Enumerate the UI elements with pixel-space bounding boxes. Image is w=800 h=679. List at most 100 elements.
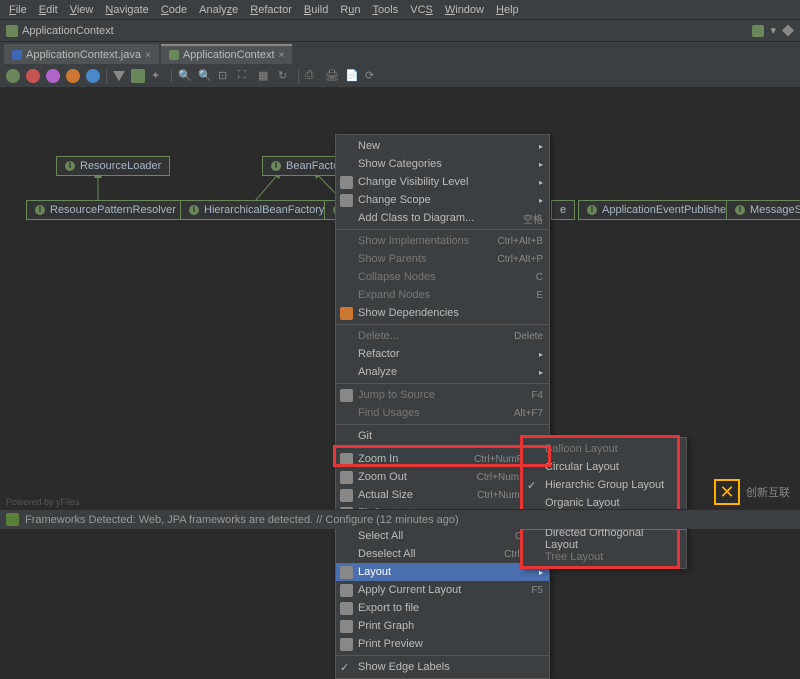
menu-view[interactable]: View [65, 2, 99, 18]
zout-icon [340, 471, 353, 484]
apply-icon [340, 584, 353, 597]
menu-item-delete-: Delete...Delete [336, 327, 549, 345]
menu-refactor[interactable]: Refactor [245, 2, 297, 18]
diagram-canvas[interactable]: IResourceLoader IBeanFactory IResourcePa… [0, 88, 800, 509]
check-icon: ✓ [527, 479, 540, 492]
tb-sep [106, 69, 107, 83]
menu-item-actual-size[interactable]: Actual SizeCtrl+NumPad / [336, 486, 549, 504]
menu-item-expand-nodes: Expand NodesE [336, 286, 549, 304]
apply-layout-icon[interactable]: ↻ [278, 69, 292, 83]
menu-item-zoom-out[interactable]: Zoom OutCtrl+NumPad - [336, 468, 549, 486]
node-messagesource[interactable]: IMessageSource [726, 200, 800, 220]
node-resourcepatternresolver[interactable]: IResourcePatternResolver [26, 200, 185, 220]
menu-item-show-dependencies[interactable]: Show Dependencies [336, 304, 549, 322]
node-hierarchicalbeanfactory[interactable]: IHierarchicalBeanFactory [180, 200, 333, 220]
menu-item-export-to-file[interactable]: Export to file [336, 599, 549, 617]
status-text[interactable]: Frameworks Detected: Web, JPA frameworks… [25, 514, 459, 526]
menu-item-print-graph[interactable]: Print Graph [336, 617, 549, 635]
export-icon[interactable]: ⎙ [305, 69, 319, 83]
actual-size-icon[interactable]: ⊡ [218, 69, 232, 83]
menu-item-change-scope[interactable]: Change Scope▸ [336, 191, 549, 209]
main-menubar[interactable]: File Edit View Navigate Code Analyze Ref… [0, 0, 800, 20]
tb-icon-5[interactable] [86, 69, 100, 83]
scope-icon[interactable] [752, 25, 764, 37]
gear-icon[interactable] [782, 25, 794, 37]
layout-submenu[interactable]: Balloon LayoutCircular Layout✓Hierarchic… [522, 437, 687, 569]
menu-item-change-visibility-level[interactable]: Change Visibility Level▸ [336, 173, 549, 191]
menu-tools[interactable]: Tools [368, 2, 404, 18]
asize-icon [340, 489, 353, 502]
node-e[interactable]: e [551, 200, 575, 220]
export-icon [340, 602, 353, 615]
submenu-item-directed-orthogonal-layout[interactable]: Directed Orthogonal Layout [523, 530, 686, 548]
fit-icon[interactable]: ⛶ [238, 69, 252, 83]
print-icon [340, 620, 353, 633]
java-icon [12, 50, 22, 60]
close-icon[interactable]: × [279, 50, 285, 61]
menu-item-find-usages: Find UsagesAlt+F7 [336, 404, 549, 422]
dropdown-arrow[interactable]: ▾ [770, 24, 776, 37]
menu-item-refactor[interactable]: Refactor▸ [336, 345, 549, 363]
zoom-out-icon[interactable]: 🔍 [198, 69, 212, 83]
editor-tabs: ApplicationContext.java × ApplicationCon… [0, 42, 800, 64]
menu-item-analyze[interactable]: Analyze▸ [336, 363, 549, 381]
menu-analyze[interactable]: Analyze [194, 2, 243, 18]
filter-icon[interactable] [113, 71, 125, 81]
tb-icon-3[interactable] [46, 69, 60, 83]
print-icon[interactable]: 🖨 [325, 69, 339, 83]
refresh-icon[interactable]: ⟳ [365, 69, 379, 83]
menu-item-zoom-in[interactable]: Zoom InCtrl+NumPad + [336, 450, 549, 468]
zoom-in-icon[interactable]: 🔍 [178, 69, 192, 83]
tb-icon-2[interactable] [26, 69, 40, 83]
menu-navigate[interactable]: Navigate [100, 2, 153, 18]
context-menu[interactable]: New▸Show Categories▸Change Visibility Le… [335, 134, 550, 679]
layout-icon[interactable]: ▦ [258, 69, 272, 83]
menu-build[interactable]: Build [299, 2, 333, 18]
tab-diagram[interactable]: ApplicationContext × [161, 44, 293, 64]
menu-item-apply-current-layout[interactable]: Apply Current LayoutF5 [336, 581, 549, 599]
menu-run[interactable]: Run [335, 2, 365, 18]
submenu-item-circular-layout[interactable]: Circular Layout [523, 458, 686, 476]
framework-icon [6, 513, 19, 526]
menu-item-git[interactable]: Git▸ [336, 427, 549, 445]
tb-icon-4[interactable] [66, 69, 80, 83]
submenu-item-hierarchic-group-layout[interactable]: ✓Hierarchic Group Layout [523, 476, 686, 494]
menu-item-print-preview[interactable]: Print Preview [336, 635, 549, 653]
diagram-icon [6, 25, 18, 37]
menu-code[interactable]: Code [156, 2, 192, 18]
tab-label: ApplicationContext [183, 49, 275, 61]
submenu-item-tree-layout: Tree Layout [523, 548, 686, 566]
menu-file[interactable]: File [4, 2, 32, 18]
watermark-text: 创新互联 [746, 484, 790, 500]
menu-item-deselect-all[interactable]: Deselect AllCtrl+Alt+ [336, 545, 549, 563]
menu-item-select-all[interactable]: Select AllCtrl+A [336, 527, 549, 545]
submenu-item-balloon-layout: Balloon Layout [523, 440, 686, 458]
menu-window[interactable]: Window [440, 2, 489, 18]
menu-edit[interactable]: Edit [34, 2, 63, 18]
breadcrumb-label[interactable]: ApplicationContext [22, 25, 114, 37]
menu-item-layout[interactable]: Layout▸ [336, 563, 549, 581]
wand-icon[interactable]: ✦ [151, 69, 165, 83]
node-resourceloader[interactable]: IResourceLoader [56, 156, 170, 176]
menu-help[interactable]: Help [491, 2, 524, 18]
close-icon[interactable]: × [145, 50, 151, 61]
preview-icon [340, 638, 353, 651]
menu-item-show-categories[interactable]: Show Categories▸ [336, 155, 549, 173]
powered-by: Powered by yFiles [6, 497, 80, 507]
vis-icon [340, 176, 353, 189]
menu-item-new[interactable]: New▸ [336, 137, 549, 155]
preview-icon[interactable]: 📄 [345, 69, 359, 83]
breadcrumb-bar: ApplicationContext ▾ [0, 20, 800, 42]
diagram-toolbar: ✦ 🔍 🔍 ⊡ ⛶ ▦ ↻ ⎙ 🖨 📄 ⟳ [0, 64, 800, 88]
status-bar: Frameworks Detected: Web, JPA frameworks… [0, 509, 800, 529]
scope-tool-icon[interactable] [131, 69, 145, 83]
menu-item-add-class-to-diagram-[interactable]: Add Class to Diagram...空格 [336, 209, 549, 227]
menu-item-show-edge-labels[interactable]: ✓Show Edge Labels [336, 658, 549, 676]
dep-icon [340, 307, 353, 320]
tab-java-file[interactable]: ApplicationContext.java × [4, 44, 159, 64]
menu-vcs[interactable]: VCS [405, 2, 438, 18]
jump-icon [340, 389, 353, 402]
tb-icon-1[interactable] [6, 69, 20, 83]
menu-item-show-implementations: Show ImplementationsCtrl+Alt+B [336, 232, 549, 250]
node-applicationeventpublisher[interactable]: IApplicationEventPublisher [578, 200, 739, 220]
